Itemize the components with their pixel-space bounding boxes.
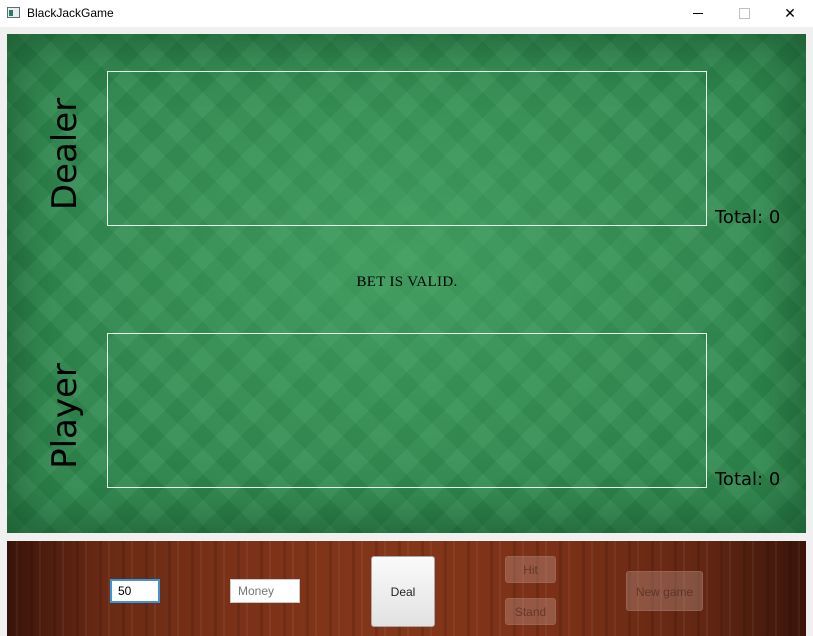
maximize-icon: [738, 8, 750, 19]
player-total: Total: 0: [715, 469, 781, 490]
dealer-label: Dealer: [45, 97, 85, 211]
controls-bar: Deal Hit Stand New game: [7, 541, 806, 636]
stand-button[interactable]: Stand: [505, 598, 556, 625]
window-title: BlackJackGame: [27, 6, 114, 20]
maximize-button: [721, 0, 767, 27]
table-felt: Dealer Total: 0 BET IS VALID. Player Tot…: [7, 34, 806, 533]
deal-button[interactable]: Deal: [371, 556, 435, 627]
hit-button[interactable]: Hit: [505, 556, 556, 583]
minimize-icon: [693, 13, 703, 14]
close-icon: ✕: [784, 5, 796, 21]
title-bar: BlackJackGame ✕: [0, 0, 813, 27]
dealer-total: Total: 0: [715, 207, 781, 228]
player-card-area: [107, 333, 707, 488]
money-field[interactable]: [230, 579, 300, 603]
status-message: BET IS VALID.: [356, 274, 458, 290]
app-icon: [7, 7, 20, 18]
dealer-card-area: [107, 71, 707, 226]
player-label: Player: [45, 363, 85, 469]
bet-input[interactable]: [110, 579, 160, 603]
new-game-button[interactable]: New game: [626, 571, 703, 611]
close-button[interactable]: ✕: [767, 0, 813, 27]
minimize-button[interactable]: [675, 0, 721, 27]
